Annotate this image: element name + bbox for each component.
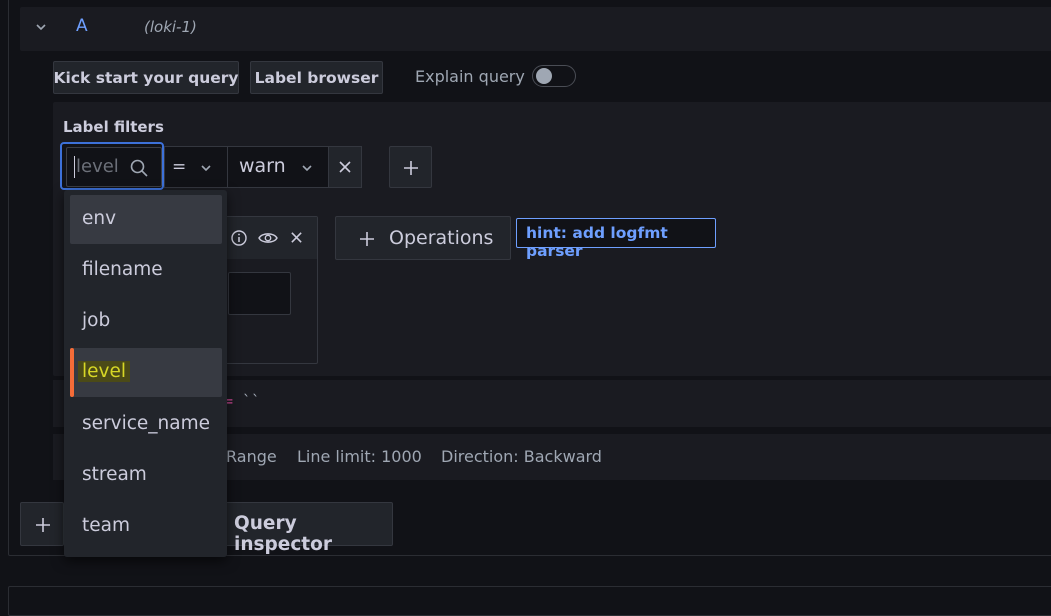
explain-query-toggle[interactable]	[532, 65, 576, 87]
operation-param-input[interactable]	[228, 272, 291, 315]
kick-start-button[interactable]: Kick start your query	[53, 61, 239, 94]
dropdown-item-env[interactable]: env	[70, 195, 222, 244]
label-filters-title: Label filters	[63, 118, 164, 136]
dropdown-item-label: level	[78, 361, 130, 382]
close-icon	[339, 161, 351, 173]
plus-icon	[36, 518, 50, 532]
query-inspector-button[interactable]: Query inspector	[220, 502, 393, 555]
operator-value: =	[172, 157, 187, 177]
eye-icon[interactable]	[258, 229, 278, 247]
dropdown-item-label: stream	[82, 464, 147, 485]
chevron-down-icon[interactable]	[34, 20, 48, 34]
query-preview-value: ``	[242, 392, 261, 410]
label-browser-button[interactable]: Label browser	[250, 61, 383, 94]
remove-filter-button[interactable]	[328, 146, 362, 188]
plus-icon	[360, 232, 374, 246]
selected-indicator	[70, 348, 74, 397]
plus-icon	[404, 161, 418, 175]
text-caret	[74, 156, 75, 178]
dropdown-item-label: env	[82, 208, 117, 229]
toggle-knob	[536, 68, 552, 84]
operations-button[interactable]: Operations	[335, 216, 511, 260]
hint-button[interactable]: hint: add logfmt parser	[516, 218, 716, 260]
close-icon[interactable]	[290, 231, 303, 244]
add-query-button[interactable]	[20, 502, 64, 546]
dropdown-item-service-name[interactable]: service_name	[70, 400, 222, 449]
value-select-value: warn	[239, 155, 286, 177]
explain-query-label: Explain query	[415, 67, 525, 86]
datasource-name: (loki-1)	[144, 18, 197, 36]
query-letter[interactable]: A	[76, 16, 88, 36]
option-range: Range	[226, 447, 277, 466]
next-panel	[8, 586, 1051, 616]
chevron-down-icon	[302, 165, 312, 172]
dropdown-item-label: team	[82, 515, 130, 536]
search-icon	[130, 159, 148, 177]
dropdown-item-label: service_name	[82, 413, 210, 434]
dropdown-item-label: job	[82, 310, 111, 331]
dropdown-item-team[interactable]: team	[70, 502, 222, 551]
dropdown-item-job[interactable]: job	[70, 297, 222, 346]
operations-label: Operations	[389, 227, 494, 249]
add-filter-button[interactable]	[389, 146, 432, 188]
dropdown-item-level[interactable]: level	[70, 348, 222, 397]
dropdown-item-label: filename	[82, 259, 163, 280]
option-line-limit: Line limit: 1000	[297, 447, 422, 466]
chevron-down-icon	[201, 165, 211, 172]
query-preview-text: = ``	[224, 392, 260, 410]
dropdown-item-stream[interactable]: stream	[70, 451, 222, 500]
dropdown-item-filename[interactable]: filename	[70, 246, 222, 295]
info-icon[interactable]	[230, 229, 248, 247]
label-select-value: level	[76, 156, 119, 177]
option-direction: Direction: Backward	[441, 447, 602, 466]
